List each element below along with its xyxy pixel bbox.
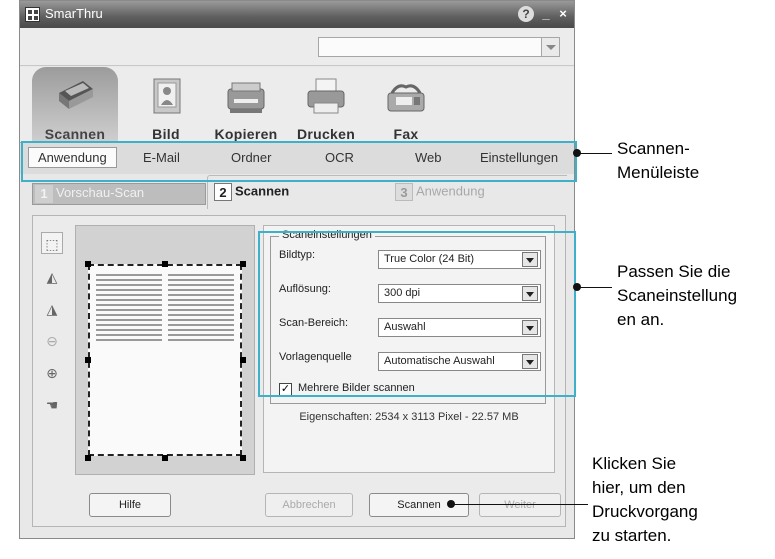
flip-horizontal-icon[interactable]: ◭ [41, 266, 63, 288]
fax-icon [387, 84, 425, 112]
callout-line [580, 153, 612, 154]
next-button[interactable]: Weiter [479, 493, 561, 517]
tool-scannen[interactable]: Scannen [32, 67, 118, 143]
step-label: Scannen [235, 183, 290, 199]
printer-icon [307, 78, 345, 114]
tool-label: Scannen [44, 126, 106, 142]
close-button[interactable]: × [556, 6, 570, 22]
settings-highlight-outline [258, 231, 576, 397]
window-title: SmarThru [45, 6, 103, 21]
step-scannen[interactable]: 2 Scannen [214, 183, 388, 205]
pan-hand-icon[interactable]: ☚ [41, 394, 63, 416]
step-number: 1 [35, 185, 53, 203]
tool-label: Kopieren [214, 126, 278, 142]
crop-handle[interactable] [240, 455, 246, 461]
callout-settings-text: Passen Sie die Scaneinstellung en an. [617, 262, 738, 329]
step-number: 3 [395, 183, 413, 201]
tool-label: Fax [393, 126, 419, 142]
crop-handle[interactable] [240, 261, 246, 267]
help-icon[interactable]: ? [518, 6, 534, 22]
callout-line [454, 504, 588, 505]
crop-handle[interactable] [162, 261, 168, 267]
flip-vertical-icon[interactable]: ◮ [41, 298, 63, 320]
tool-bild[interactable]: Bild [126, 67, 206, 143]
step-anwendung[interactable]: 3 Anwendung [395, 183, 565, 205]
crop-handle[interactable] [85, 261, 91, 267]
minimize-button[interactable]: _ [540, 6, 552, 22]
tool-fax[interactable]: Fax [366, 67, 446, 143]
menu-highlight-outline [21, 141, 577, 182]
copier-icon [227, 82, 265, 113]
zoom-in-icon[interactable]: ⊕ [41, 362, 63, 384]
crop-handle[interactable] [85, 455, 91, 461]
scanner-icon [59, 81, 93, 109]
app-logo-icon [25, 7, 40, 22]
title-bar: SmarThru ? _ × [20, 1, 574, 28]
select-area-icon[interactable]: ⬚ [41, 232, 63, 254]
chevron-down-icon[interactable] [541, 38, 559, 56]
callout-menu-text: Scannen- Menüleiste [617, 139, 700, 182]
tool-label: Drucken [296, 126, 356, 142]
device-select[interactable] [318, 37, 560, 57]
step-label: Vorschau-Scan [56, 184, 145, 200]
callout-line [580, 287, 612, 288]
step-number: 2 [214, 183, 232, 201]
tool-label: Bild [152, 126, 180, 142]
callout-scan-text: Klicken Sie hier, um den Druckvorgang zu… [592, 454, 698, 545]
page-text-column [96, 274, 162, 348]
help-button[interactable]: Hilfe [89, 493, 171, 517]
preview-page [88, 264, 242, 456]
tool-drucken[interactable]: Drucken [286, 67, 366, 143]
step-preview-scan[interactable]: 1 Vorschau-Scan [32, 183, 206, 205]
image-icon [153, 78, 181, 114]
tool-kopieren[interactable]: Kopieren [206, 67, 286, 143]
crop-handle[interactable] [240, 357, 246, 363]
crop-handle[interactable] [162, 455, 168, 461]
zoom-out-icon[interactable]: ⊖ [41, 330, 63, 352]
image-properties: Eigenschaften: 2534 x 3113 Pixel - 22.57… [299, 411, 519, 423]
top-bar [20, 28, 574, 66]
step-label: Anwendung [416, 183, 485, 199]
main-toolbar: Scannen Bild Kopieren Drucken Fax [20, 67, 574, 143]
scan-preview[interactable] [75, 225, 255, 475]
cancel-button[interactable]: Abbrechen [265, 493, 353, 517]
page-text-column [168, 274, 234, 348]
crop-handle[interactable] [85, 357, 91, 363]
